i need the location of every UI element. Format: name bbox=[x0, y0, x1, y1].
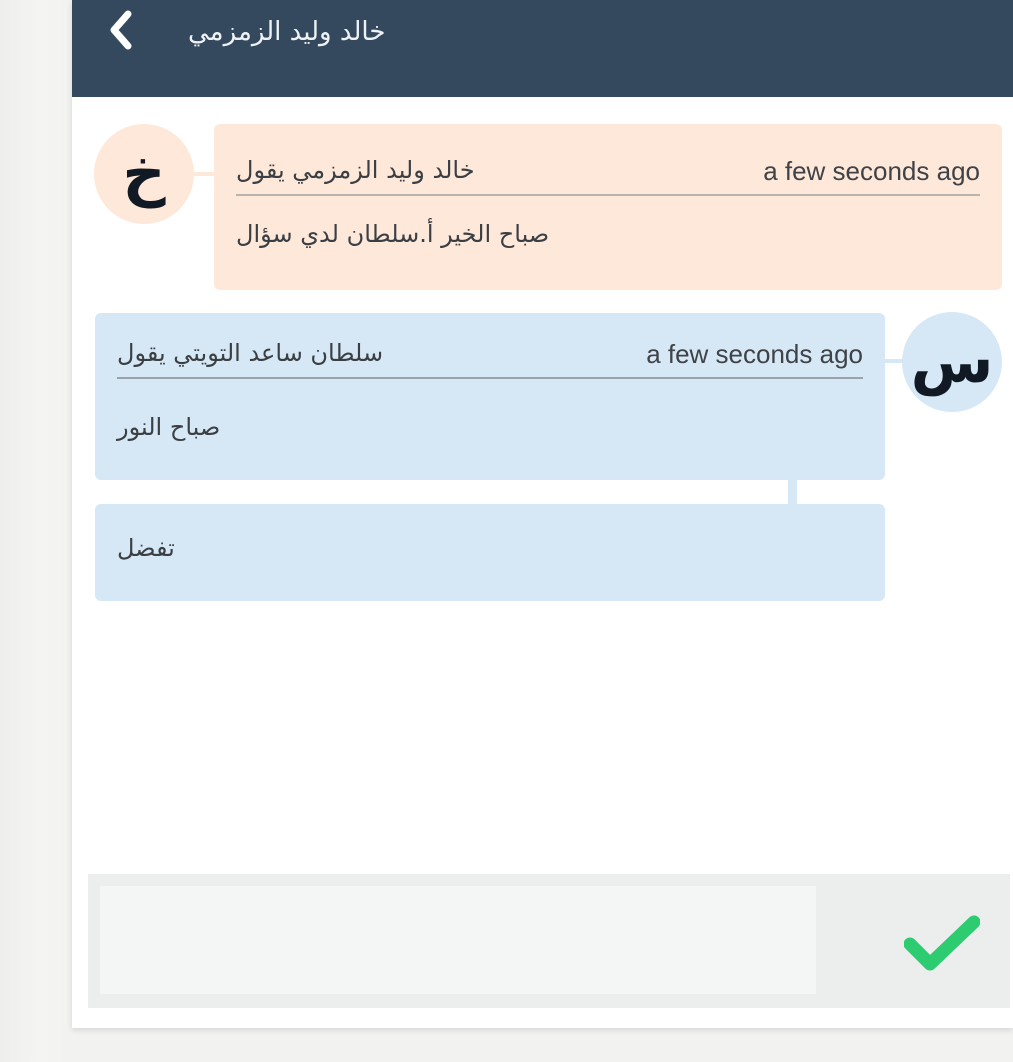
message-input[interactable] bbox=[100, 886, 816, 994]
avatar: خ bbox=[94, 124, 194, 224]
back-button[interactable] bbox=[98, 4, 144, 56]
message-timestamp: a few seconds ago bbox=[646, 339, 863, 369]
message-author: سلطان ساعد التويتي يقول bbox=[117, 339, 384, 367]
send-button[interactable] bbox=[822, 886, 1010, 994]
message-meta: خالد وليد الزمزمي يقول a few seconds ago bbox=[236, 152, 980, 196]
avatar: س bbox=[902, 312, 1002, 412]
chevron-left-icon bbox=[98, 4, 144, 56]
message-author: خالد وليد الزمزمي يقول bbox=[236, 156, 475, 184]
message-composer bbox=[88, 874, 1010, 1008]
message-text: صباح النور bbox=[117, 413, 221, 441]
chat-title: خالد وليد الزمزمي bbox=[188, 17, 386, 47]
incoming-message-bubble: خالد وليد الزمزمي يقول a few seconds ago… bbox=[214, 124, 1002, 290]
message-stack-connector bbox=[788, 480, 797, 504]
incoming-avatar-connector bbox=[192, 172, 216, 176]
chat-window: خالد وليد الزمزمي خ خالد وليد الزمزمي يق… bbox=[72, 0, 1013, 1028]
outgoing-avatar-connector bbox=[884, 359, 904, 363]
outgoing-message-bubble: تفضل bbox=[95, 504, 885, 601]
message-meta: سلطان ساعد التويتي يقول a few seconds ag… bbox=[117, 335, 863, 379]
message-timestamp: a few seconds ago bbox=[763, 156, 980, 186]
chat-header: خالد وليد الزمزمي bbox=[72, 0, 1013, 97]
message-text: صباح الخير أ.سلطان لدي سؤال bbox=[236, 220, 550, 248]
message-text: تفضل bbox=[117, 534, 175, 562]
outgoing-message-bubble: سلطان ساعد التويتي يقول a few seconds ag… bbox=[95, 313, 885, 480]
